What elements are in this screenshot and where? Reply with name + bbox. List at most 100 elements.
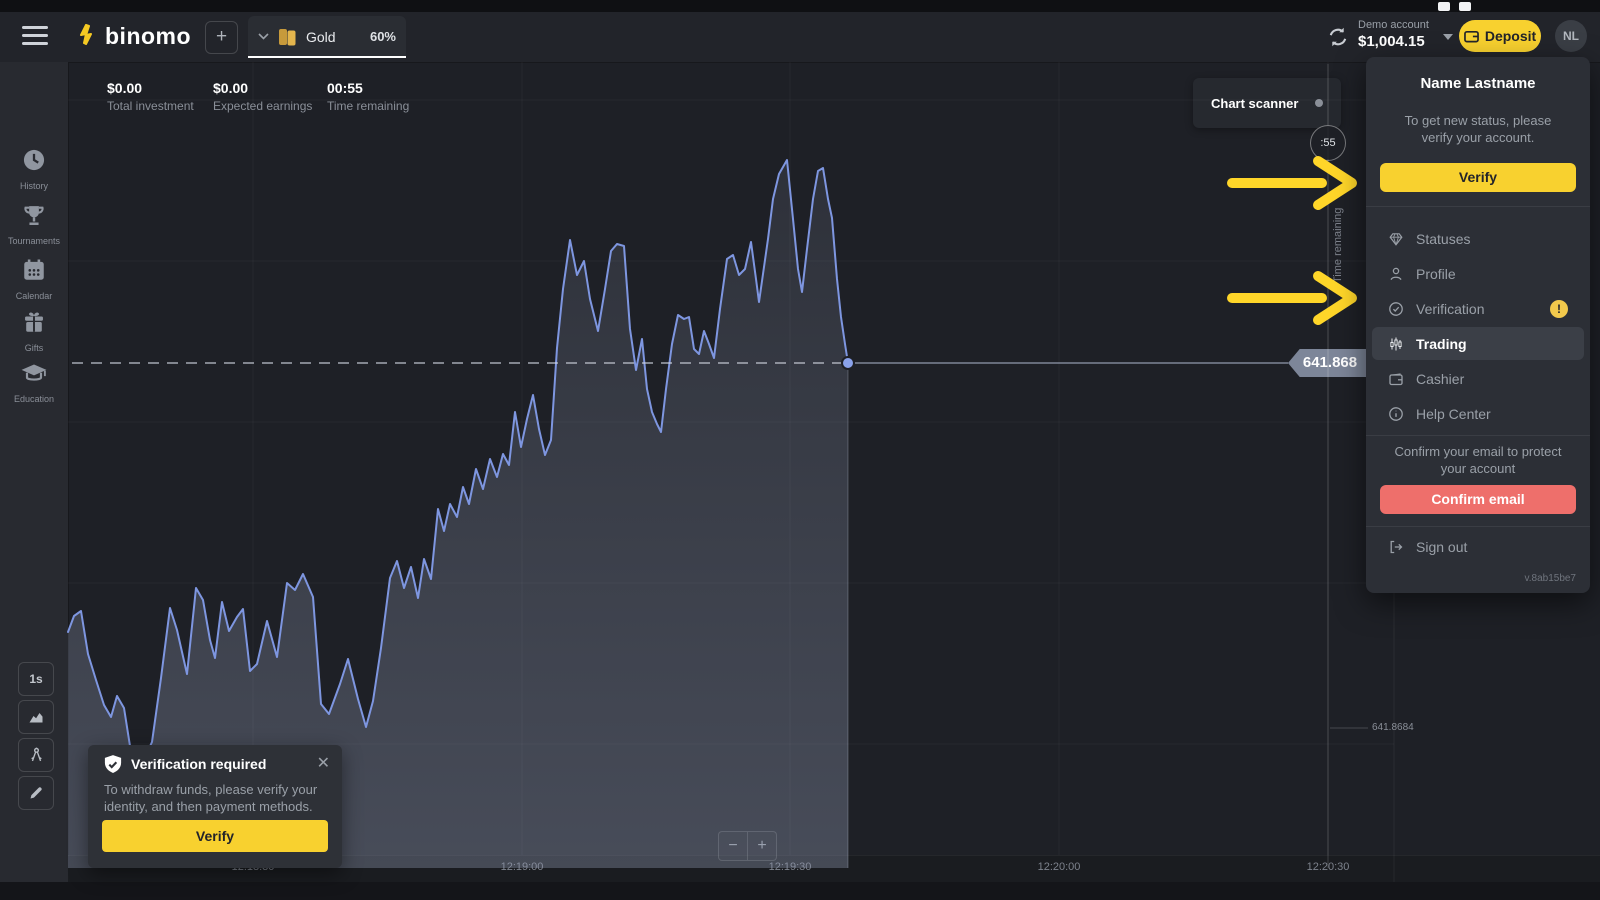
time-axis-label: 12:19:00 [501,861,544,873]
clock-icon [21,147,47,173]
menu-item-statuses[interactable]: Statuses [1372,222,1584,255]
stat-expected-earnings: $0.00 Expected earnings [213,80,312,113]
divider [1366,435,1590,436]
verification-popup: Verification required ✕ To withdraw fund… [88,745,342,868]
sign-out-label: Sign out [1416,539,1467,555]
divider [1366,206,1590,207]
menu-item-help-center[interactable]: Help Center [1372,397,1584,430]
avatar[interactable]: NL 1 [1555,20,1587,52]
page-bottom-strip [0,882,1600,900]
sidebar-item-label: History [0,181,68,191]
menu-item-verification[interactable]: Verification ! [1372,292,1584,325]
confirm-email-button[interactable]: Confirm email [1380,485,1576,514]
chart-type-button[interactable] [18,700,54,734]
zoom-in-button[interactable]: + [748,831,777,861]
stat-value: $0.00 [107,80,194,96]
check-circle-icon [1388,301,1404,317]
logo-text: binomo [105,23,191,50]
verify-button[interactable]: Verify [1380,163,1576,192]
menu-item-trading[interactable]: Trading [1372,327,1584,360]
asset-payout: 60% [370,29,396,44]
menu-item-cashier[interactable]: Cashier [1372,362,1584,395]
account-type-label: Demo account [1358,19,1440,31]
account-switcher[interactable]: Demo account $1,004.15 [1358,19,1440,50]
popup-body: To withdraw funds, please verify your id… [104,781,328,815]
account-chevron-down-icon[interactable] [1443,34,1453,40]
zoom-out-button[interactable]: − [718,831,748,861]
shield-check-icon [102,754,124,776]
stat-time-remaining: 00:55 Time remaining [327,80,409,113]
menu-icon[interactable] [22,26,48,46]
sidebar-item-label: Gifts [0,343,68,353]
stat-value: $0.00 [213,80,312,96]
gem-icon [1388,231,1404,247]
top-bar: binomo + Gold 60% Demo account $1,004.15 [0,12,1600,63]
compass-icon [28,746,45,764]
media-playing-icon [1459,2,1471,11]
avatar-initials: NL [1563,29,1579,43]
stat-label: Total investment [107,99,194,113]
divider [1366,526,1590,527]
sidebar-item-history[interactable]: History [0,147,68,191]
wallet-icon [1464,29,1479,43]
time-axis-label: 12:19:30 [769,861,812,873]
sign-out-icon [1388,539,1404,555]
price-axis-value: 641.8684 [1372,722,1414,733]
menu-item-label: Cashier [1416,371,1464,387]
candlestick-icon [1388,336,1404,352]
menu-item-label: Profile [1416,266,1456,282]
gold-bars-icon [278,27,297,47]
time-remaining-axis-label: Time remaining [1332,170,1348,320]
drawing-tools-button[interactable] [18,776,54,810]
calendar-icon [21,257,47,283]
deposit-button[interactable]: Deposit [1459,20,1541,52]
popup-verify-button[interactable]: Verify [102,820,328,852]
sidebar-item-label: Tournaments [0,236,68,246]
indicators-button[interactable] [18,738,54,772]
stat-label: Expected earnings [213,99,312,113]
left-sidebar: History Tournaments Calendar [0,62,69,900]
sidebar-item-tournaments[interactable]: Tournaments [0,202,68,246]
sidebar-item-label: Education [0,394,68,404]
status-dot [1315,99,1323,107]
status-note: To get new status, please verify your ac… [1388,112,1568,146]
trophy-icon [21,202,47,228]
menu-item-label: Help Center [1416,406,1491,422]
chevron-down-icon [258,33,269,40]
sidebar-item-calendar[interactable]: Calendar [0,257,68,301]
asset-tab-gold[interactable]: Gold 60% [248,16,406,57]
chart-scanner-button[interactable]: Chart scanner [1193,78,1341,128]
sign-out-button[interactable]: Sign out [1388,539,1467,555]
asset-name: Gold [306,29,336,45]
menu-item-profile[interactable]: Profile [1372,257,1584,290]
app-version: v.8ab15be7 [1524,573,1576,584]
deposit-label: Deposit [1485,28,1536,44]
person-icon [1388,266,1404,282]
refresh-icon[interactable] [1326,25,1350,49]
email-note: Confirm your email to protect your accou… [1384,443,1572,477]
sidebar-item-education[interactable]: Education [0,360,68,404]
chart-scanner-label: Chart scanner [1211,96,1298,111]
binomo-logo: binomo [78,23,191,50]
stat-label: Time remaining [327,99,409,113]
stat-value: 00:55 [327,80,409,96]
close-icon[interactable]: ✕ [317,753,330,773]
interval-button[interactable]: 1s [18,662,54,696]
sidebar-item-gifts[interactable]: Gifts [0,309,68,353]
menu-item-label: Trading [1416,336,1467,352]
active-tab-underline [248,56,406,58]
graduation-cap-icon [20,360,48,386]
sidebar-item-label: Calendar [0,291,68,301]
popup-title: Verification required [131,756,266,772]
current-price-tag: 641.868 [1288,349,1366,377]
stat-total-investment: $0.00 Total investment [107,80,194,113]
account-menu-panel: Name Lastname To get new status, please … [1366,57,1590,593]
binomo-trading-screen: binomo + Gold 60% Demo account $1,004.15 [0,0,1600,900]
browser-strip [0,0,1600,12]
area-chart-icon [27,709,45,725]
account-holder-name: Name Lastname [1366,75,1590,92]
media-playing-icon [1438,2,1450,11]
chart-zoom-controls: − + [718,831,777,861]
purchase-deadline-timer: :55 [1310,125,1346,161]
add-asset-button[interactable]: + [205,21,238,54]
